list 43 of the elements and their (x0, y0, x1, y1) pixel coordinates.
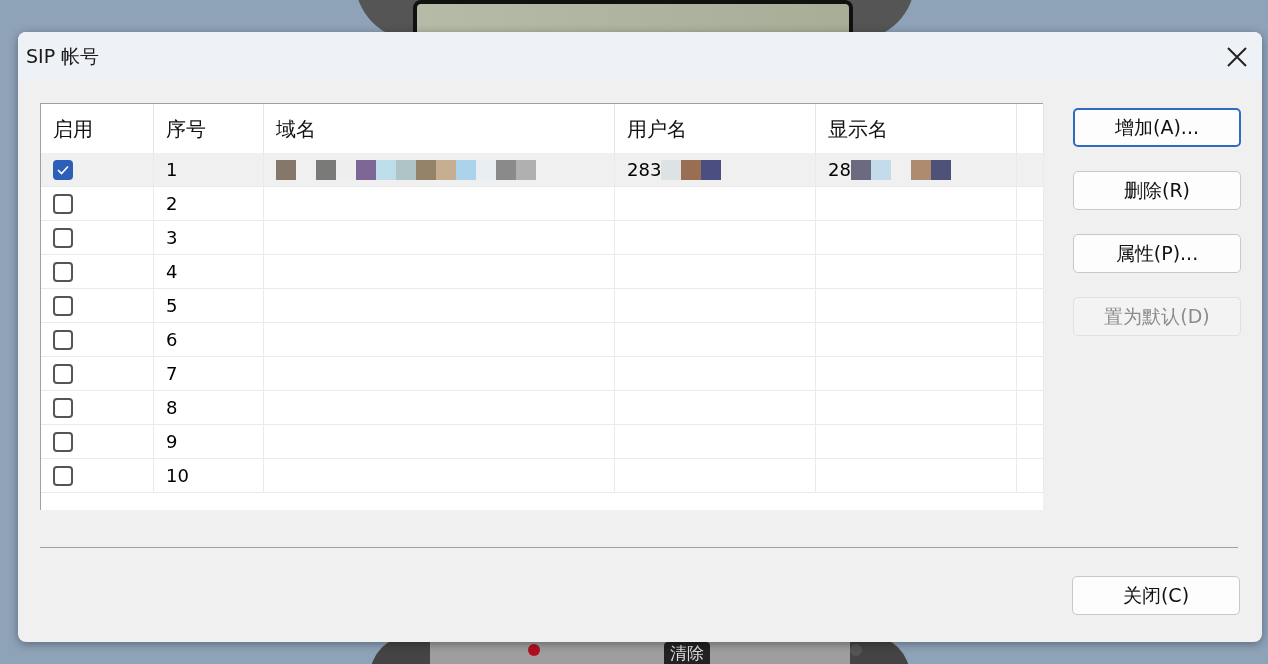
checkbox[interactable] (53, 329, 73, 350)
table-cell (1017, 153, 1044, 187)
table-row[interactable]: 9 (41, 425, 1043, 459)
table-cell: 1 (154, 153, 264, 187)
checkbox[interactable] (53, 261, 73, 282)
action-button[interactable]: 属性(P)... (1073, 234, 1241, 273)
table-row[interactable]: 6 (41, 323, 1043, 357)
table-row[interactable]: 2 (41, 187, 1043, 221)
table-row[interactable]: 8 (41, 391, 1043, 425)
table-cell: 9 (154, 425, 264, 459)
table-cell: 6 (154, 323, 264, 357)
table-cell: 10 (154, 459, 264, 493)
checkbox[interactable] (53, 193, 73, 214)
table-row[interactable]: 10 (41, 459, 1043, 493)
led-icon (528, 644, 540, 656)
cell-text: 283 (627, 159, 662, 180)
clear-key[interactable]: 清除 (664, 642, 710, 664)
table-row[interactable]: 3 (41, 221, 1043, 255)
checkbox[interactable] (53, 431, 73, 452)
checkbox[interactable] (53, 397, 73, 418)
table-row[interactable]: 7 (41, 357, 1043, 391)
window-title: SIP 帐号 (26, 44, 100, 69)
table-row[interactable]: 4 (41, 255, 1043, 289)
close-button[interactable]: 关闭(C) (1072, 576, 1240, 615)
table-row[interactable]: 5 (41, 289, 1043, 323)
close-icon[interactable] (1226, 46, 1248, 68)
action-button[interactable]: 增加(A)... (1073, 108, 1241, 147)
table-row[interactable]: 1 283 28 (41, 153, 1043, 187)
checkbox[interactable] (53, 295, 73, 316)
redaction-blocks (661, 159, 722, 180)
cell-text: 28 (828, 159, 851, 180)
table-cell: 2 (154, 187, 264, 221)
table-cell: 8 (154, 391, 264, 425)
action-button[interactable]: 删除(R) (1073, 171, 1241, 210)
checkbox[interactable] (53, 159, 73, 180)
checkbox[interactable] (53, 227, 73, 248)
table-cell: 3 (154, 221, 264, 255)
table-cell: 4 (154, 255, 264, 289)
checkbox[interactable] (53, 465, 73, 486)
led-icon (850, 644, 862, 656)
checkbox[interactable] (53, 363, 73, 384)
table-cell: 7 (154, 357, 264, 391)
table-cell: 5 (154, 289, 264, 323)
